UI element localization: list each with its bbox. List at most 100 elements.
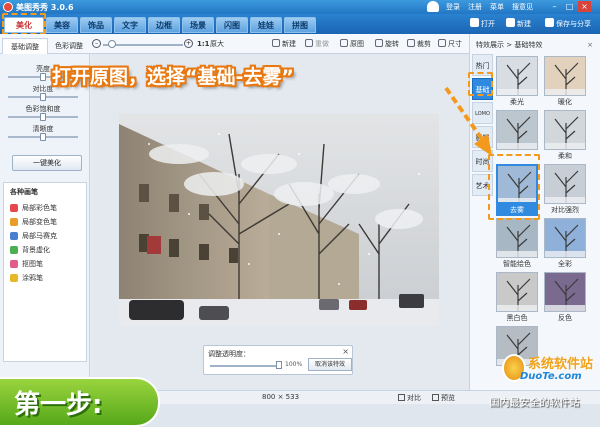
new-button[interactable]: 新建 [506,18,531,31]
saturation-thumb[interactable] [40,113,46,121]
menu-link[interactable]: 菜单 [490,2,504,12]
effect-thumbnail[interactable]: 黑白色 [496,272,538,324]
feedback-link[interactable]: 搜意见 [512,2,533,12]
image-dimensions: 800 × 533 [262,393,300,401]
tab-face[interactable]: 美容 [46,17,78,33]
main-tab-bar: 美化 美容 饰品 文字 边框 场景 闪图 娃娃 拼图 打开 新建 保存与分享 [0,14,600,34]
new-toolbar-button[interactable]: 新建 [272,38,296,50]
resize-icon [438,39,446,47]
brush-panel: 各种画笔 局部彩色笔局部变色笔局部马赛克 背景虚化抠图笔涂鸦笔 [3,182,87,362]
effect-preview-image [496,56,538,96]
opacity-close-icon[interactable]: × [342,347,349,356]
brush-label: 局部变色笔 [22,218,57,226]
rotate-icon [375,39,383,47]
effect-thumbnail[interactable]: 柔和 [544,110,586,162]
tab-scene[interactable]: 场景 [182,17,214,33]
effects-breadcrumb: 特效展示 > 基础特效 [476,41,543,49]
opacity-label: 调整透明度： [208,350,250,358]
cancel-effect-button[interactable]: 取消该特效 [308,358,352,371]
title-links: 登录 注册 菜单 搜意见 [446,2,533,12]
brush-icon [10,274,18,282]
effect-thumbnail[interactable]: 全彩 [544,218,586,270]
rotate-button[interactable]: 旋转 [375,38,399,50]
close-window-button[interactable]: × [578,1,591,12]
effect-thumbnail[interactable]: 反色 [544,272,586,324]
brush-item[interactable]: 涂鸦笔 [4,271,86,285]
opacity-thumb[interactable] [276,361,282,369]
zoom-in-icon[interactable]: + [184,39,193,48]
opacity-dialog: 调整透明度： × 100% 取消该特效 [203,345,353,375]
brush-item[interactable]: 局部马赛克 [4,229,86,243]
arrow-icon [444,86,492,156]
redo-button[interactable]: 重做 [305,38,329,50]
brush-icon [10,260,18,268]
original-button[interactable]: 原图 [340,38,364,50]
watermark-slogan: 国内最安全的软件站 [489,398,580,409]
effect-caption: 暖化 [558,98,572,106]
brush-icon [10,204,18,212]
brush-list: 局部彩色笔局部变色笔局部马赛克 背景虚化抠图笔涂鸦笔 [4,201,86,285]
effects-close-icon[interactable]: × [587,38,593,52]
effect-caption: 黑白色 [506,314,528,322]
original-icon [340,39,348,47]
save-share-button[interactable]: 保存与分享 [545,18,591,31]
sharpness-thumb[interactable] [40,133,46,141]
subtab-color[interactable]: 色彩调整 [48,38,90,54]
brush-heading: 各种画笔 [10,188,38,196]
brush-item[interactable]: 背景虚化 [4,243,86,257]
zoom-thumb[interactable] [108,40,116,48]
minimize-button[interactable]: – [548,1,561,12]
effect-caption: 反色 [558,314,572,322]
effect-preview-image [544,218,586,258]
tab-frame[interactable]: 边框 [148,17,180,33]
title-bar: 美图秀秀 3.0.6 登录 注册 菜单 搜意见 – □ × [0,0,600,14]
zoom-ratio[interactable]: 1:1 [197,38,210,50]
sharpness-slider[interactable]: 清晰度 [8,124,78,141]
ghost-mascot-icon [427,1,439,12]
brightness-thumb[interactable] [40,73,46,81]
open-button[interactable]: 打开 [470,18,495,31]
saturation-slider[interactable]: 色彩饱和度 [8,104,78,121]
effect-caption: 全彩 [558,260,572,268]
tab-doll[interactable]: 娃娃 [250,17,282,33]
effect-thumbnail[interactable]: 柔光 [496,56,538,108]
tab-collage[interactable]: 拼图 [284,17,316,33]
login-link[interactable]: 登录 [446,2,460,12]
effect-caption: 智能绘色 [503,260,531,268]
opacity-slider[interactable] [210,365,280,367]
brush-item[interactable]: 局部彩色笔 [4,201,86,215]
brush-item[interactable]: 局部变色笔 [4,215,86,229]
maximize-button[interactable]: □ [563,1,576,12]
effect-preview-image [544,164,586,204]
brush-label: 局部彩色笔 [22,204,57,212]
brush-item[interactable]: 抠图笔 [4,257,86,271]
contrast-thumb[interactable] [40,93,46,101]
edited-photo[interactable] [119,114,439,326]
zoom-out-icon[interactable]: – [92,39,101,48]
effect-preview-image [496,218,538,258]
watermark-name: 系统软件站 [528,357,594,372]
plus-icon [506,18,515,27]
tab-flash[interactable]: 闪图 [216,17,248,33]
size-button[interactable]: 尺寸 [438,38,462,50]
original-size-button[interactable]: 原大 [210,38,224,50]
effect-thumbnail[interactable]: 智能绘色 [496,218,538,270]
effect-thumbnail[interactable]: 对比强烈 [544,164,586,216]
effects-header: 特效展示 > 基础特效 × [470,38,600,52]
tab-text[interactable]: 文字 [114,17,146,33]
preview-button[interactable]: 预览 [432,393,455,403]
tutorial-annotation: 打开原图，选择“基础-去雾” [52,66,294,88]
one-key-beautify-button[interactable]: 一键美化 [12,155,82,171]
brush-icon [10,246,18,254]
crop-icon [407,39,415,47]
watermark-url: DuoTe.com [520,371,582,382]
app-title: 美图秀秀 3.0.6 [16,3,74,12]
compare-button[interactable]: 对比 [398,393,421,403]
effect-thumbnail[interactable]: 暖化 [544,56,586,108]
tab-decor[interactable]: 饰品 [80,17,112,33]
crop-button[interactable]: 裁剪 [407,38,431,50]
subtab-basic[interactable]: 基础调整 [2,38,48,54]
brush-label: 抠图笔 [22,260,43,268]
register-link[interactable]: 注册 [468,2,482,12]
brush-icon [10,232,18,240]
